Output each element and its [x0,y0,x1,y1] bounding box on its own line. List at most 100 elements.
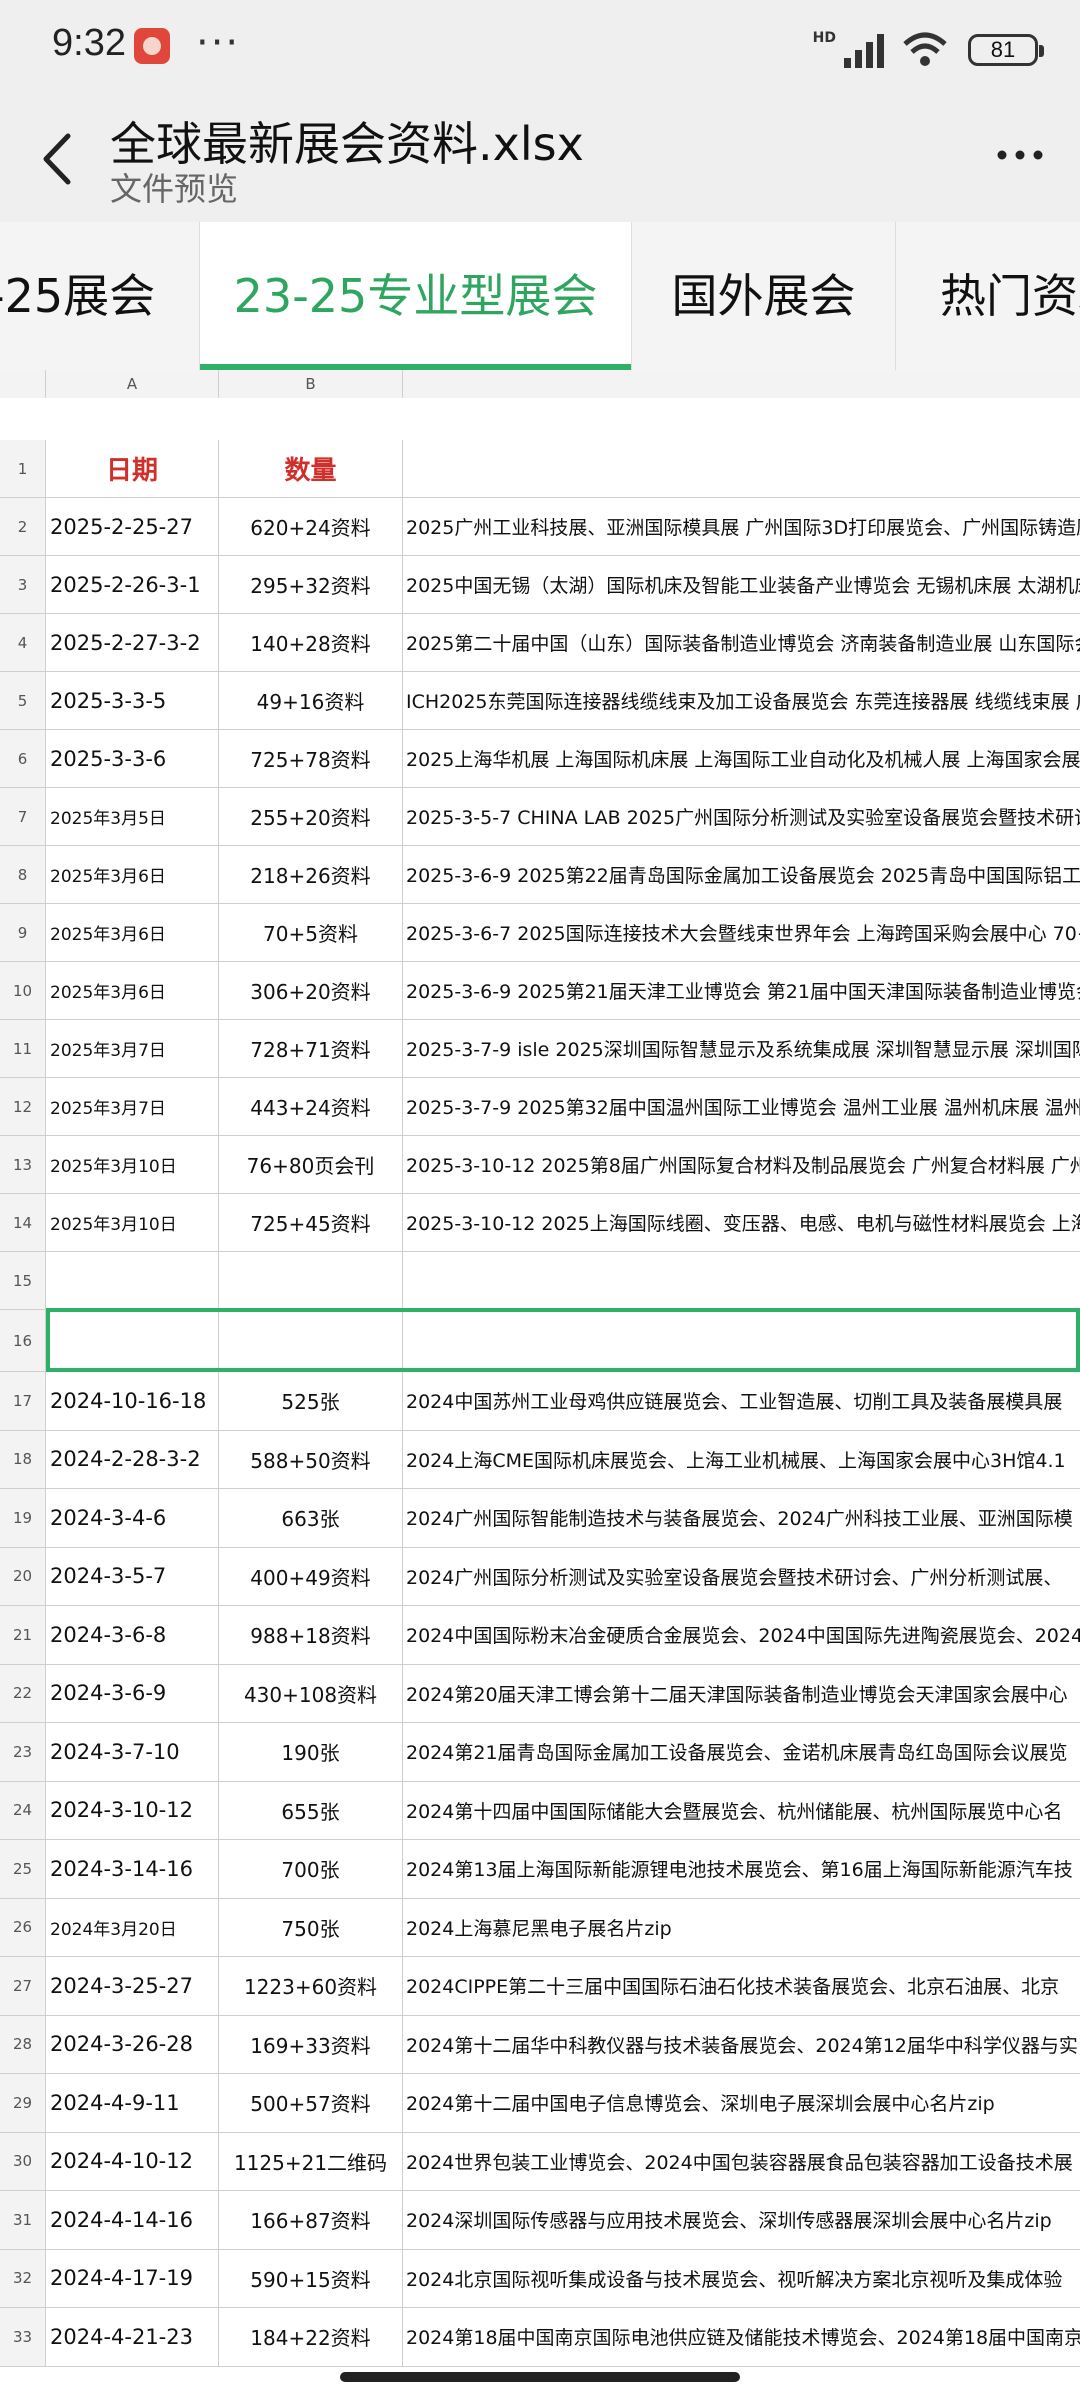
quantity-cell[interactable]: 725+45资料 [219,1194,403,1251]
description-cell[interactable]: 2024中国苏州工业母鸡供应链展览会、工业智造展、切削工具及装备展模具展 [403,1372,1080,1430]
date-cell[interactable]: 2024-2-28-3-2 [46,1430,219,1488]
quantity-cell[interactable]: 663张 [219,1489,403,1547]
date-cell[interactable]: 2025年3月5日 [46,788,219,845]
quantity-cell[interactable] [219,1252,403,1309]
date-cell[interactable]: 2024-3-10-12 [46,1781,219,1839]
quantity-cell[interactable]: 620+24资料 [219,498,403,555]
description-cell[interactable]: 2025上海华机展 上海国际机床展 上海国际工业自动化及机械人展 上海国家会展中… [403,730,1080,787]
date-cell[interactable]: 2025-2-26-3-1 [46,556,219,613]
quantity-cell[interactable]: 655张 [219,1781,403,1839]
date-cell[interactable]: 2025年3月7日 [46,1078,219,1135]
date-cell[interactable]: 2024-4-9-11 [46,2074,219,2132]
tab-sheet-2-active[interactable]: 23-25专业型展会 [200,222,632,370]
date-cell[interactable]: 2025-3-3-6 [46,730,219,787]
description-cell[interactable] [403,440,1080,497]
date-cell[interactable]: 2025-3-3-5 [46,672,219,729]
quantity-cell[interactable]: 588+50资料 [219,1430,403,1488]
description-cell[interactable]: 2025第二十届中国（山东）国际装备制造业博览会 济南装备制造业展 山东国际会展… [403,614,1080,671]
quantity-cell[interactable]: 76+80页会刊 [219,1136,403,1193]
description-cell[interactable]: 2024广州国际分析测试及实验室设备展览会暨技术研讨会、广州分析测试展、 [403,1548,1080,1606]
date-cell[interactable] [46,1310,219,1371]
description-cell[interactable]: 2024北京国际视听集成设备与技术展览会、视听解决方案北京视听及集成体验 [403,2250,1080,2308]
tab-sheet-4[interactable]: 热门资料 [896,222,1080,370]
description-cell[interactable]: 2024第20届天津工博会第十二届天津国际装备制造业博览会天津国家会展中心 [403,1665,1080,1723]
description-cell[interactable]: 2024第13届上海国际新能源锂电池技术展览会、第16届上海国际新能源汽车技 [403,1840,1080,1898]
description-cell[interactable]: 2024上海CME国际机床展览会、上海工业机械展、上海国家会展中心3H馆4.1 [403,1431,1080,1489]
date-cell[interactable]: 2024-4-14-16 [46,2191,219,2249]
description-cell[interactable]: 2024第十四届中国国际储能大会暨展览会、杭州储能展、杭州国际展览中心名 [403,1782,1080,1840]
description-cell[interactable]: 2024第十二届中国电子信息博览会、深圳电子展深圳会展中心名片zip [403,2074,1080,2132]
date-column-header[interactable]: 日期 [46,440,219,497]
date-cell[interactable]: 2024-4-21-23 [46,2308,219,2366]
quantity-cell[interactable]: 70+5资料 [219,904,403,961]
quantity-cell[interactable]: 1223+60资料 [219,1957,403,2015]
description-cell[interactable]: 2025-3-6-9 2025第21届天津工业博览会 第21届中国天津国际装备制… [403,962,1080,1019]
description-cell[interactable]: 2025-3-6-9 2025第22届青岛国际金属加工设备展览会 2025青岛中… [403,846,1080,903]
description-cell[interactable]: 2025-3-10-12 2025上海国际线圈、变压器、电感、电机与磁性材料展览… [403,1194,1080,1251]
description-cell[interactable]: 2024上海慕尼黑电子展名片zip [403,1899,1080,1957]
back-arrow-icon[interactable] [30,124,90,194]
quantity-cell[interactable]: 306+20资料 [219,962,403,1019]
column-a-header[interactable]: A [46,370,219,398]
quantity-cell[interactable]: 169+33资料 [219,2015,403,2073]
date-cell[interactable]: 2025年3月7日 [46,1020,219,1077]
date-cell[interactable]: 2024-4-17-19 [46,2249,219,2307]
date-cell[interactable]: 2025-2-25-27 [46,498,219,555]
description-cell[interactable]: 2025-3-5-7 CHINA LAB 2025广州国际分析测试及实验室设备展… [403,788,1080,845]
quantity-cell[interactable]: 430+108资料 [219,1664,403,1722]
description-cell[interactable]: 2024中国国际粉末冶金硬质合金展览会、2024中国国际先进陶瓷展览会、2024 [403,1606,1080,1664]
more-options-icon[interactable] [990,130,1050,180]
description-cell[interactable] [403,1310,1080,1371]
date-cell[interactable]: 2024-3-4-6 [46,1489,219,1547]
quantity-cell[interactable]: 49+16资料 [219,672,403,729]
quantity-cell[interactable]: 725+78资料 [219,730,403,787]
quantity-cell[interactable]: 218+26资料 [219,846,403,903]
description-cell[interactable]: 2025-3-7-9 2025第32届中国温州国际工业博览会 温州工业展 温州机… [403,1078,1080,1135]
quantity-cell[interactable]: 750张 [219,1898,403,1956]
column-b-header[interactable]: B [219,370,403,398]
description-cell[interactable]: 2025-3-10-12 2025第8届广州国际复合材料及制品展览会 广州复合材… [403,1136,1080,1193]
description-cell[interactable]: 2025中国无锡（太湖）国际机床及智能工业装备产业博览会 无锡机床展 太湖机床展 [403,556,1080,613]
date-cell[interactable]: 2024年3月20日 [46,1898,219,1956]
quantity-cell[interactable]: 988+18资料 [219,1606,403,1664]
quantity-cell[interactable]: 184+22资料 [219,2308,403,2366]
date-cell[interactable]: 2024-3-26-28 [46,2015,219,2073]
description-cell[interactable]: 2024深圳国际传感器与应用技术展览会、深圳传感器展深圳会展中心名片zip [403,2191,1080,2249]
tab-sheet-3[interactable]: 国外展会 [632,222,896,370]
quantity-cell[interactable]: 190张 [219,1723,403,1781]
date-cell[interactable]: 2024-4-10-12 [46,2132,219,2190]
quantity-cell[interactable]: 525张 [219,1372,403,1430]
date-cell[interactable]: 2025年3月6日 [46,904,219,961]
quantity-cell[interactable]: 1125+21二维码 [219,2132,403,2190]
quantity-cell[interactable]: 166+87资料 [219,2191,403,2249]
description-cell[interactable]: 2025-3-6-7 2025国际连接技术大会暨线束世界年会 上海跨国采购会展中… [403,904,1080,961]
column-c-header[interactable] [403,370,1080,398]
description-cell[interactable]: 2024第18届中国南京国际电池供应链及储能技术博览会、2024第18届中国南京 [403,2308,1080,2366]
description-cell[interactable]: 2024世界包装工业博览会、2024中国包装容器展食品包装容器加工设备技术展 [403,2133,1080,2191]
date-cell[interactable]: 2024-3-6-8 [46,1606,219,1664]
quantity-cell[interactable] [219,1310,403,1371]
quantity-cell[interactable]: 728+71资料 [219,1020,403,1077]
quantity-cell[interactable]: 400+49资料 [219,1547,403,1605]
quantity-cell[interactable]: 140+28资料 [219,614,403,671]
date-cell[interactable]: 2024-10-16-18 [46,1372,219,1430]
description-cell[interactable]: 2025广州工业科技展、亚洲国际模具展 广州国际3D打印展览会、广州国际铸造压铸… [403,498,1080,555]
quantity-cell[interactable]: 255+20资料 [219,788,403,845]
date-cell[interactable]: 2024-3-5-7 [46,1547,219,1605]
date-cell[interactable] [46,1252,219,1309]
description-cell[interactable]: 2025-3-7-9 isle 2025深圳国际智慧显示及系统集成展 深圳智慧显… [403,1020,1080,1077]
description-cell[interactable]: 2024广州国际智能制造技术与装备展览会、2024广州科技工业展、亚洲国际模 [403,1489,1080,1547]
date-cell[interactable]: 2025年3月10日 [46,1194,219,1251]
quantity-cell[interactable]: 590+15资料 [219,2249,403,2307]
quantity-cell[interactable]: 295+32资料 [219,556,403,613]
description-cell[interactable]: 2024第十二届华中科教仪器与技术装备展览会、2024第12届华中科学仪器与实 [403,2016,1080,2074]
quantity-cell[interactable]: 700张 [219,1840,403,1898]
date-cell[interactable]: 2024-3-14-16 [46,1840,219,1898]
quantity-cell[interactable]: 443+24资料 [219,1078,403,1135]
description-cell[interactable]: ICH2025东莞国际连接器线缆线束及加工设备展览会 东莞连接器展 线缆线束展 … [403,672,1080,729]
date-cell[interactable]: 2024-3-25-27 [46,1957,219,2015]
date-cell[interactable]: 2025年3月6日 [46,846,219,903]
description-cell[interactable]: 2024CIPPE第二十三届中国国际石油石化技术装备展览会、北京石油展、北京 [403,1957,1080,2015]
description-cell[interactable] [403,1252,1080,1309]
date-cell[interactable]: 2025-2-27-3-2 [46,614,219,671]
